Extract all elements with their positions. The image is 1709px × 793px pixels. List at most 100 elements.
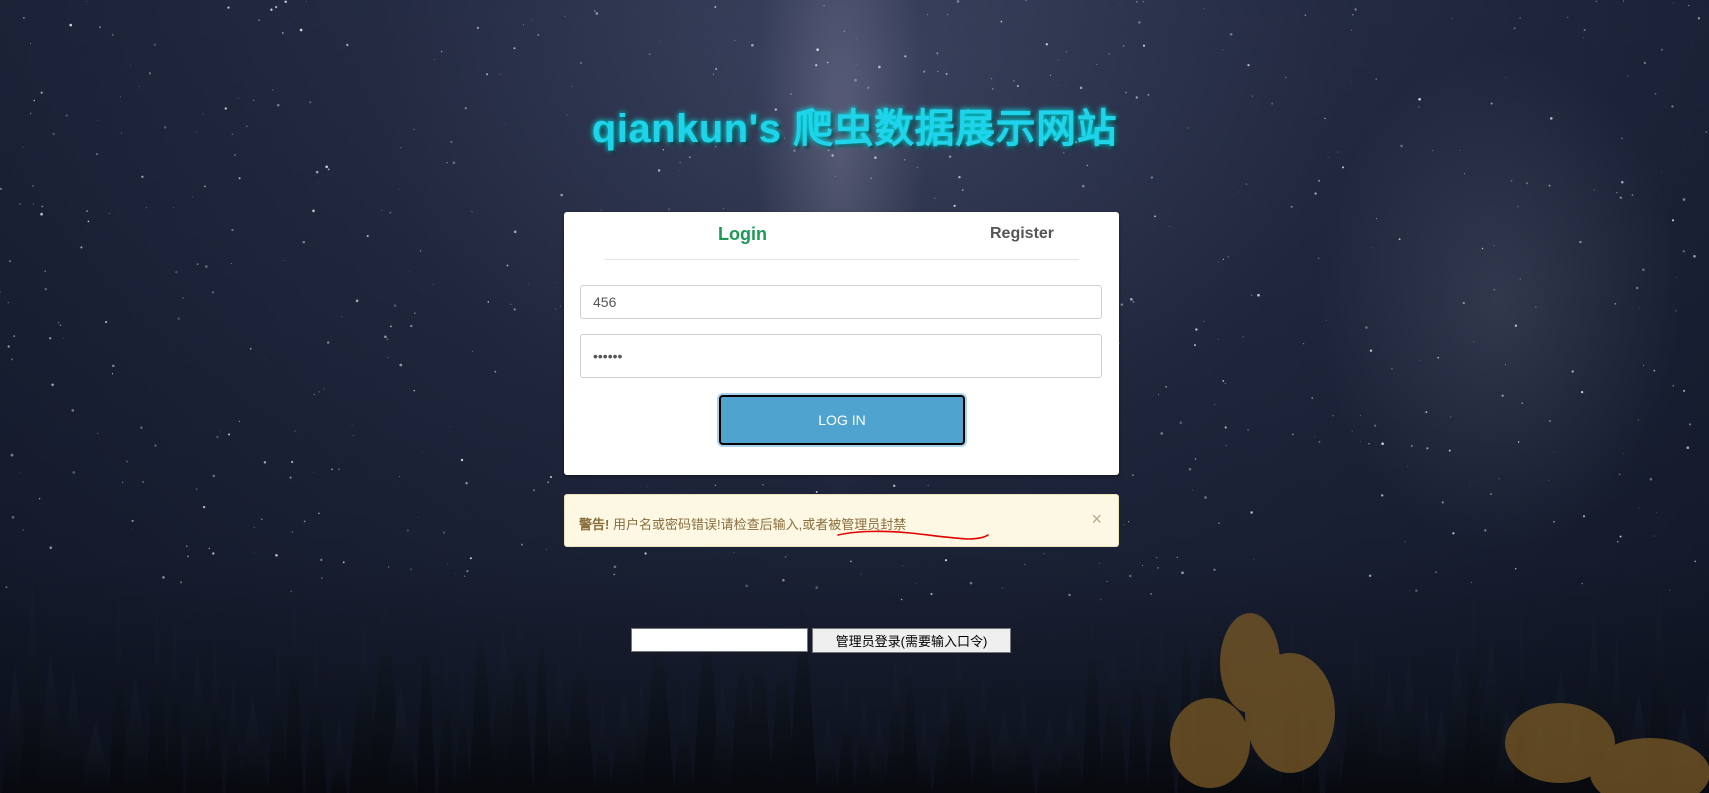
star [263,461,267,464]
star [1404,541,1406,543]
star [1365,326,1368,329]
star [555,282,557,284]
star [476,26,480,30]
star [227,6,230,9]
pine-tree [506,600,534,793]
star [1251,294,1253,296]
star [560,193,564,197]
star [195,488,198,491]
star [1682,250,1685,253]
star [1517,206,1519,208]
star [1058,85,1060,86]
pine-tree [533,580,551,793]
star [1490,493,1492,495]
star [892,484,896,488]
star [1350,81,1352,83]
star [486,73,489,76]
pine-tree [971,672,995,793]
pine-tree [79,720,112,793]
star [1437,356,1440,359]
star [1513,27,1516,30]
pine-tree [900,629,919,793]
pine-tree [837,676,856,793]
login-button[interactable]: LOG IN [719,395,965,445]
star [18,472,20,474]
tab-login[interactable]: Login [718,224,767,245]
star [112,364,115,368]
star [219,431,221,433]
star [1247,428,1250,431]
star [513,47,516,50]
star [826,61,829,64]
star [1653,369,1656,372]
star [1682,198,1686,201]
admin-passcode-input[interactable] [631,628,808,652]
star [1381,442,1384,446]
star [1079,86,1083,90]
star [18,203,21,206]
star [823,5,825,7]
password-input[interactable] [580,334,1102,378]
username-input[interactable] [580,285,1102,319]
star [387,356,389,358]
star [1654,92,1657,95]
star [1150,176,1154,179]
star [145,207,147,209]
star [647,485,648,487]
star [182,297,184,299]
star [1371,246,1373,248]
star [432,284,434,285]
star [366,235,369,238]
star [305,1,307,2]
star [1245,183,1248,185]
star [1122,45,1125,47]
star [1627,75,1629,77]
star [1534,306,1537,309]
star [1318,440,1321,443]
star [44,288,47,291]
star [421,452,423,454]
alert-body: 用户名或密码错误!请检查后输入,或者被管理员封禁 [612,517,907,532]
star [1369,349,1373,352]
pine-tree [870,710,888,793]
star [1285,77,1287,79]
star [1195,328,1198,331]
star [287,22,289,23]
star [1683,389,1686,392]
star [7,301,9,304]
admin-login-button[interactable]: 管理员登录(需要输入口令) [812,628,1011,653]
star [281,32,284,34]
star [1194,344,1196,347]
star [1096,63,1098,65]
star [1227,256,1229,258]
star [1571,370,1574,373]
star [1579,240,1582,244]
star [302,240,306,244]
star [63,337,65,339]
star [953,204,956,207]
star [579,61,583,64]
star [1686,446,1690,450]
tab-register[interactable]: Register [990,225,1054,243]
star [1501,394,1504,397]
star [49,546,53,550]
star [903,158,906,161]
star [816,48,819,51]
star [31,184,34,187]
star [1553,520,1555,523]
star [249,347,252,350]
star [1332,415,1334,417]
star [40,212,43,216]
star [11,515,15,519]
star [1050,74,1052,76]
star [86,210,88,212]
star [1143,1,1145,3]
star [1567,16,1569,18]
pine-tree [1126,624,1149,793]
star [390,325,392,328]
pine-tree [593,698,612,793]
star [318,391,320,393]
pine-tree [268,639,288,793]
star [173,207,174,208]
close-icon[interactable]: × [1091,510,1102,528]
